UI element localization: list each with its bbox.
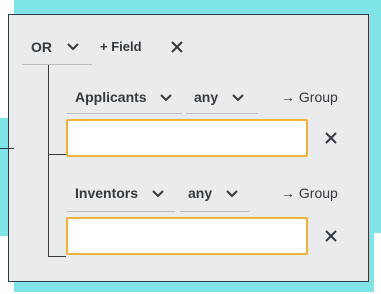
match-select[interactable]: any — [188, 185, 212, 201]
field-chevron-down-icon[interactable] — [152, 190, 164, 198]
tree-vertical-line — [48, 65, 49, 256]
field-select-applicants[interactable]: Applicants — [75, 89, 147, 105]
operator-underline — [22, 64, 92, 65]
tree-branch-line-1 — [48, 154, 66, 155]
value-input[interactable] — [66, 217, 308, 255]
tree-branch-line-2 — [48, 256, 66, 257]
operator-chevron-down-icon[interactable] — [67, 43, 79, 51]
match-chevron-down-icon[interactable] — [232, 94, 244, 102]
operator-select[interactable]: OR — [31, 39, 52, 55]
field-chevron-down-icon[interactable] — [160, 94, 172, 102]
outer-connector-line — [0, 148, 14, 149]
match-select[interactable]: any — [194, 89, 218, 105]
add-field-button[interactable]: + Field — [100, 39, 142, 54]
remove-row-close-icon[interactable] — [324, 229, 338, 243]
field-underline — [67, 211, 175, 212]
remove-row-close-icon[interactable] — [324, 131, 338, 145]
background-white-strip-right — [374, 233, 381, 294]
field-underline — [67, 113, 182, 114]
group-button[interactable]: → Group — [281, 89, 338, 105]
match-underline — [180, 211, 250, 212]
match-underline — [186, 113, 258, 114]
match-chevron-down-icon[interactable] — [226, 190, 238, 198]
group-button[interactable]: → Group — [281, 185, 338, 201]
remove-group-close-icon[interactable] — [170, 40, 184, 54]
value-input[interactable] — [66, 119, 308, 157]
field-select-inventors[interactable]: Inventors — [75, 185, 138, 201]
